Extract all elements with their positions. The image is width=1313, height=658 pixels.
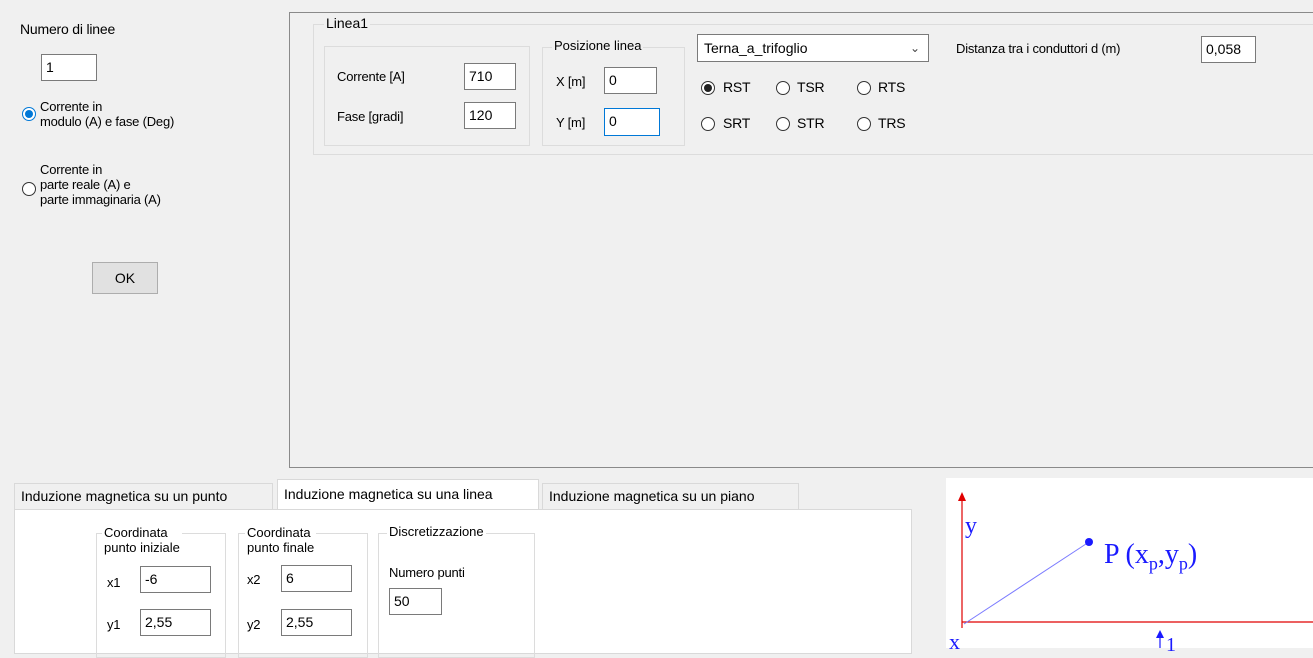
phase-input[interactable]: 120 [464,102,516,129]
tab-point[interactable]: Induzione magnetica su un punto [14,483,273,509]
seq-radio-tsr[interactable] [776,81,790,95]
current-subgroup [324,46,530,146]
seq-label-trs: TRS [878,115,906,131]
distance-label: Distanza tra i conduttori d (m) [956,41,1121,56]
x1-label: x1 [107,575,121,590]
axis-y-label: y [965,513,977,539]
axis-x-label: x [949,629,960,654]
seq-radio-str[interactable] [776,117,790,131]
y2-input[interactable]: 2,55 [281,609,352,636]
position-title: Posizione linea [552,38,644,53]
num-points-input[interactable]: 50 [389,588,442,615]
x-input[interactable]: 0 [604,67,657,94]
seq-label-rst: RST [723,79,751,95]
chevron-down-icon: ⌄ [909,41,920,55]
seq-radio-srt[interactable] [701,117,715,131]
tab-plane[interactable]: Induzione magnetica su un piano [542,483,799,509]
phase-label: Fase [gradi] [337,109,404,124]
tab-line[interactable]: Induzione magnetica su una linea [277,479,539,510]
partial-digit-label: 1 [1166,634,1176,656]
y-input[interactable]: 0 [604,108,660,136]
x2-label: x2 [247,572,261,587]
current-rect-label: Corrente in parte reale (A) e parte imma… [40,162,161,207]
x1-input[interactable]: -6 [140,566,211,593]
x-label: X [m] [556,74,586,89]
configuration-combo[interactable]: Terna_a_trifoglio ⌄ [697,34,929,62]
current-rect-radio[interactable] [22,182,36,196]
seq-label-str: STR [797,115,825,131]
seq-label-srt: SRT [723,115,751,131]
y-label: Y [m] [556,115,586,130]
y2-label: y2 [247,617,261,632]
current-label: Corrente [A] [337,69,405,84]
current-polar-label: Corrente in modulo (A) e fase (Deg) [40,99,175,129]
seq-radio-rst[interactable] [701,81,715,95]
y-axis-arrow-icon [958,492,966,501]
seq-label-tsr: TSR [797,79,825,95]
discretization-title: Discretizzazione [387,524,486,539]
num-lines-label: Numero di linee [20,21,116,37]
seq-radio-rts[interactable] [857,81,871,95]
point-vector-line [963,541,1090,625]
partial-arrow-icon [1156,630,1164,638]
y1-label: y1 [107,617,121,632]
start-point-title: Coordinata punto iniziale [102,525,182,555]
current-input[interactable]: 710 [464,63,516,90]
y1-input[interactable]: 2,55 [140,609,211,636]
x2-input[interactable]: 6 [281,565,352,592]
num-lines-input[interactable]: 1 [41,54,97,81]
ok-button[interactable]: OK [92,262,158,294]
point-p-label: P (xp,yp) [1104,539,1198,574]
point-p-marker [1085,538,1093,546]
line1-group-title: Linea1 [324,15,371,31]
configuration-selected: Terna_a_trifoglio [704,40,808,56]
diagram-panel: y x P (xp,yp) 1 [946,478,1313,655]
seq-label-rts: RTS [878,79,906,95]
end-point-title: Coordinata punto finale [245,525,317,555]
seq-radio-trs[interactable] [857,117,871,131]
current-polar-radio[interactable] [22,107,36,121]
distance-input[interactable]: 0,058 [1201,36,1256,63]
num-points-label: Numero punti [389,565,465,580]
